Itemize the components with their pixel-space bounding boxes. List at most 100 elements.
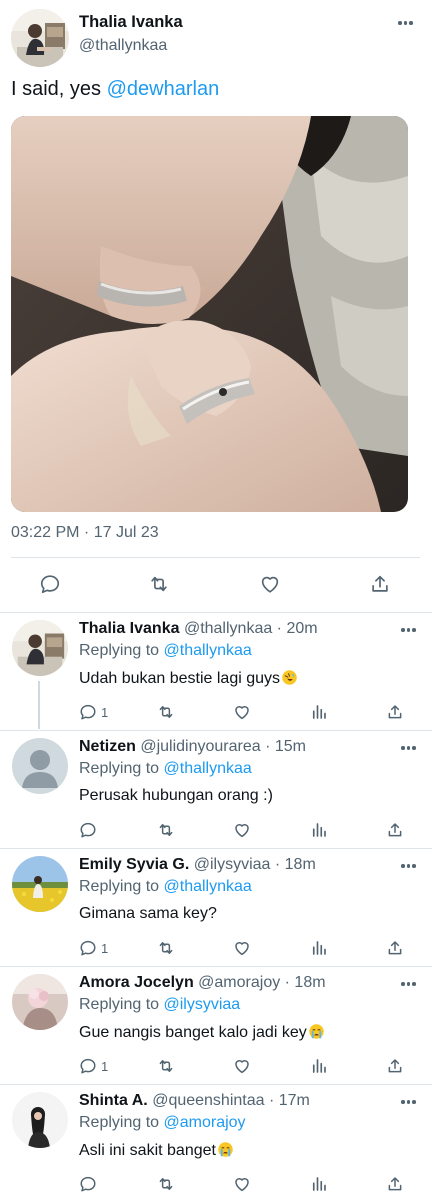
reply-actions: 1 [0,937,432,959]
replying-prefix: Replying to [79,760,164,777]
more-icon[interactable] [401,982,416,986]
more-icon[interactable] [401,1100,416,1104]
reply-meta: @thallynkaa · 20m [179,620,318,637]
replying-to-link[interactable]: @ilysyviaa [164,996,241,1013]
avatar[interactable] [12,974,68,1030]
reply-header: Thalia Ivanka @thallynkaa · 20m [79,620,318,638]
reply-icon[interactable] [79,1173,101,1195]
more-icon[interactable] [401,746,416,750]
reply-header: Amora Jocelyn @amorajoy · 18m [79,974,326,992]
retweet-icon[interactable] [145,570,173,598]
tweet-timestamp[interactable]: 03:22 PM · 17 Jul 23 [11,524,159,542]
reply-meta: @queenshintaa · 17m [147,1092,310,1109]
analytics-icon[interactable] [310,937,328,959]
reply-text: Udah bukan bestie lagi guys [79,669,298,688]
divider [11,557,420,558]
more-icon[interactable] [398,21,413,25]
share-icon[interactable] [386,701,404,723]
author-name[interactable]: Thalia Ivanka [79,13,183,32]
reply-icon[interactable]: 1 [79,937,108,959]
reply-icon[interactable]: 1 [79,701,108,723]
retweet-icon[interactable] [156,1055,176,1077]
replying-to: Replying to @thallynkaa [79,642,252,660]
analytics-icon[interactable] [310,1055,328,1077]
reply-author-name[interactable]: Amora Jocelyn [79,974,194,991]
reply-header: Netizen @julidinyourarea · 15m [79,738,306,756]
reply-text: Gue nangis banget kalo jadi key [79,1023,325,1042]
reply-tweet[interactable]: Shinta A. @queenshintaa · 17m Replying t… [0,1085,432,1200]
analytics-icon[interactable] [310,1173,328,1195]
like-icon[interactable] [256,570,284,598]
avatar[interactable] [12,856,68,912]
share-icon[interactable] [386,819,404,841]
share-icon[interactable] [386,1055,404,1077]
mention-link[interactable]: @dewharlan [107,78,220,100]
like-icon[interactable] [232,1055,252,1077]
reply-body: Udah bukan bestie lagi guys [79,670,281,687]
reply-meta: @julidinyourarea · 15m [135,738,306,755]
tweet-photo[interactable] [11,116,408,512]
reply-author-name[interactable]: Netizen [79,738,136,755]
like-icon[interactable] [232,937,252,959]
reply-body: Asli ini sakit banget [79,1142,216,1159]
reply-text: Gimana sama key? [79,905,217,922]
share-icon[interactable] [366,570,394,598]
share-icon[interactable] [386,1173,404,1195]
analytics-icon[interactable] [310,819,328,841]
reply-header: Emily Syvia G. @ilysyviaa · 18m [79,856,316,874]
reply-tweet[interactable]: Amora Jocelyn @amorajoy · 18m Replying t… [0,967,432,1085]
like-icon[interactable] [232,819,252,841]
replying-to: Replying to @ilysyviaa [79,996,240,1014]
replying-prefix: Replying to [79,1114,164,1131]
more-icon[interactable] [401,628,416,632]
retweet-icon[interactable] [156,819,176,841]
avatar[interactable] [11,9,69,67]
reply-count: 1 [101,704,109,720]
tweet-text: I said, yes @dewharlan [11,78,219,101]
replying-to-link[interactable]: @thallynkaa [164,760,252,777]
replying-prefix: Replying to [79,878,164,895]
reply-text: Perusak hubungan orang :) [79,787,273,804]
avatar[interactable] [12,620,68,676]
reply-count: 1 [101,940,109,956]
reply-body: Gue nangis banget kalo jadi key [79,1024,307,1041]
like-icon[interactable] [232,1173,252,1195]
retweet-icon[interactable] [156,937,176,959]
more-icon[interactable] [401,864,416,868]
replying-to-link[interactable]: @thallynkaa [164,642,252,659]
retweet-icon[interactable] [156,701,176,723]
replying-to: Replying to @amorajoy [79,1114,246,1132]
reply-actions [0,1173,432,1195]
tweet-actions [0,568,432,600]
like-icon[interactable] [232,701,252,723]
reply-text: Asli ini sakit banget [79,1141,234,1160]
reply-tweet[interactable]: Thalia Ivanka @thallynkaa · 20m Replying… [0,613,432,731]
avatar[interactable] [12,1092,68,1148]
retweet-icon[interactable] [156,1173,176,1195]
analytics-icon[interactable] [310,701,328,723]
replying-to-link[interactable]: @amorajoy [164,1114,246,1131]
avatar[interactable] [12,738,68,794]
reply-author-name[interactable]: Thalia Ivanka [79,620,180,637]
reply-meta: @amorajoy · 18m [193,974,326,991]
tweet-body: I said, yes [11,78,107,100]
reply-actions: 1 [0,701,432,723]
replying-to-link[interactable]: @thallynkaa [164,878,252,895]
replying-to: Replying to @thallynkaa [79,760,252,778]
author-handle[interactable]: @thallynkaa [79,37,167,55]
reply-tweet[interactable]: Emily Syvia G. @ilysyviaa · 18m Replying… [0,849,432,967]
reply-count: 1 [101,1058,109,1074]
crying-face-emoji-icon [218,1142,233,1157]
reply-icon[interactable]: 1 [79,1055,108,1077]
reply-author-name[interactable]: Shinta A. [79,1092,148,1109]
reply-tweet[interactable]: Netizen @julidinyourarea · 15m Replying … [0,731,432,849]
reply-header: Shinta A. @queenshintaa · 17m [79,1092,310,1110]
reply-icon[interactable] [79,819,101,841]
reply-author-name[interactable]: Emily Syvia G. [79,856,189,873]
share-icon[interactable] [386,937,404,959]
reply-icon[interactable] [36,570,64,598]
replying-to: Replying to @thallynkaa [79,878,252,896]
reply-actions: 1 [0,1055,432,1077]
replying-prefix: Replying to [79,642,164,659]
rofl-emoji-icon [282,670,297,685]
